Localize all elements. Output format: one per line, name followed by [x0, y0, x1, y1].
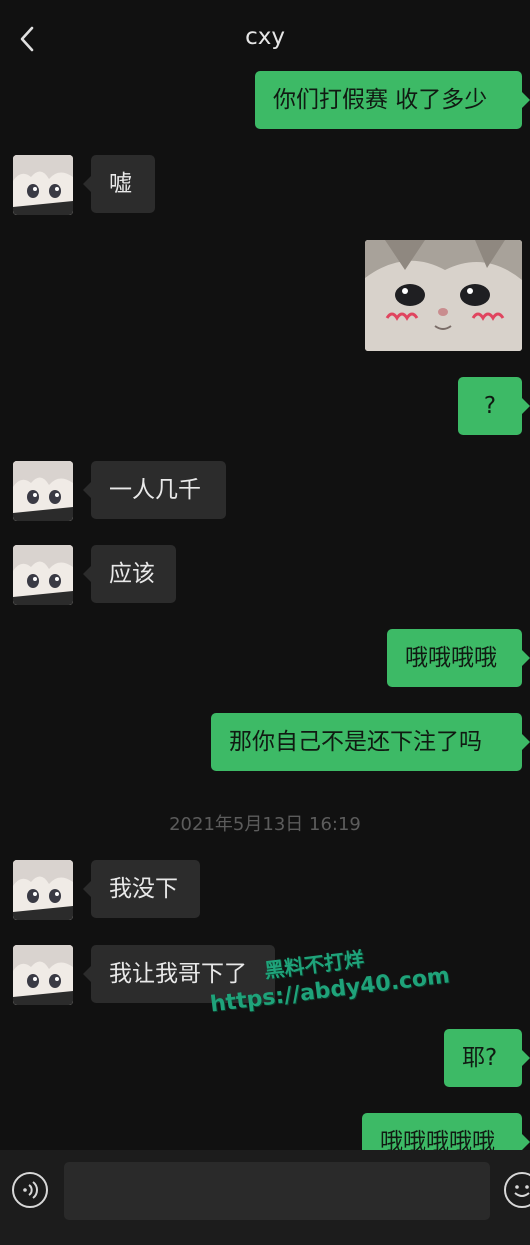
message-bubble-outgoing[interactable]: 你们打假赛 收了多少: [255, 71, 530, 129]
message-bubble-incoming[interactable]: 我没下: [83, 860, 200, 918]
timestamp: 2021年5月13日 16:19: [169, 814, 361, 835]
emoji-icon[interactable]: [504, 1172, 530, 1208]
avatar[interactable]: [13, 945, 73, 1005]
avatar[interactable]: [13, 461, 73, 521]
message-bubble-incoming[interactable]: 应该: [83, 545, 176, 603]
message-bubble-outgoing[interactable]: ?: [458, 377, 530, 435]
input-bar: [0, 1150, 530, 1245]
message-bubble-incoming[interactable]: 嘘: [83, 155, 155, 213]
message-bubble-outgoing[interactable]: 耶?: [444, 1029, 530, 1087]
message-bubble-outgoing[interactable]: 哦哦哦哦: [387, 629, 530, 687]
chat-title: cxy: [245, 24, 285, 50]
avatar[interactable]: [13, 860, 73, 920]
avatar[interactable]: [13, 155, 73, 215]
voice-icon[interactable]: [12, 1172, 48, 1208]
message-bubble-incoming[interactable]: 一人几千: [83, 461, 226, 519]
chat-header: cxy: [0, 0, 530, 80]
message-input[interactable]: [64, 1162, 490, 1220]
chat-screen: cxy 你们打假赛 收了多少 嘘 ? 一人几千 应该 哦哦哦哦 那你自己不是还下…: [0, 0, 530, 1245]
message-bubble-outgoing[interactable]: 那你自己不是还下注了吗: [211, 713, 530, 771]
avatar[interactable]: [13, 545, 73, 605]
cat-sticker-image[interactable]: [365, 240, 522, 351]
